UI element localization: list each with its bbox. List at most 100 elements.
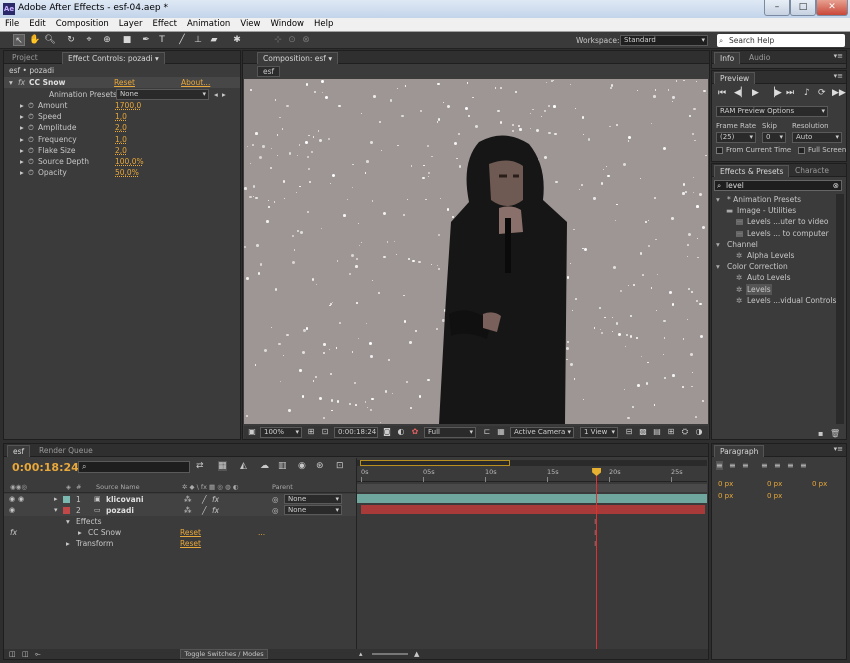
world-axis-icon[interactable]: ⊙ [286,34,298,46]
tab-paragraph[interactable]: Paragraph [714,445,765,457]
quality-switch-icon[interactable]: ╱ [202,505,207,516]
work-area-bar[interactable] [357,484,707,492]
menu-layer[interactable]: Layer [114,18,148,29]
triangle-icon[interactable]: ▸ [78,527,82,538]
preset-prev-icon[interactable]: ◂ [214,89,218,100]
stopwatch-icon[interactable]: ⏱ [28,167,34,178]
resolution-preview-dropdown[interactable]: Auto ▾ [792,132,842,143]
menu-help[interactable]: Help [309,18,338,29]
time-ruler[interactable]: 0s 05s 10s 15s 20s 25s [357,468,707,482]
triangle-right-icon[interactable]: ▸ [20,145,24,156]
preset-tree-item[interactable]: ▾ * Animation Presets [714,194,838,205]
draft-3d-icon[interactable]: ◭ [240,461,247,471]
camera-dropdown[interactable]: Active Camera ▾ [510,427,574,438]
preset-next-icon[interactable]: ▸ [222,89,226,100]
menu-edit[interactable]: Edit [24,18,50,29]
comp-subtab[interactable]: esf [257,66,281,77]
region-of-interest-icon[interactable]: ⊏ [482,427,492,437]
selection-tool-icon[interactable]: ↖ [13,34,25,46]
clear-search-icon[interactable]: ⊗ [833,181,839,190]
justify-left-icon[interactable]: ≡ [761,461,768,470]
preset-tree-item[interactable]: ▾ Color Correction [714,261,838,272]
from-current-time-checkbox[interactable] [716,147,723,154]
pan-behind-tool-icon[interactable]: ⊕ [101,34,113,46]
param-value[interactable]: 1,0 [115,111,127,122]
layer-name[interactable]: klicovani [106,494,144,505]
menu-effect[interactable]: Effect [148,18,182,29]
effect-param-row[interactable]: ▸ ⏱ Opacity 50,0% [20,167,230,178]
puppet-tool-icon[interactable]: ✱ [231,34,243,46]
panel-menu-icon[interactable]: ▾≡ [834,72,843,80]
show-snapshot-icon[interactable]: ◐ [396,427,406,437]
panel-menu-icon[interactable]: ▾≡ [834,445,843,453]
preset-tree-item[interactable]: ✲ Auto Levels [714,272,838,283]
property-reset-link[interactable]: Reset [180,527,201,538]
view-axis-icon[interactable]: ⊗ [300,34,312,46]
layer-duration-bar[interactable] [357,494,707,503]
param-value[interactable]: 1700,0 [115,100,141,111]
tab-effects-presets[interactable]: Effects & Presets [714,165,790,177]
minimize-button[interactable]: – [764,0,790,16]
triangle-down-icon[interactable]: ▾ [9,77,13,88]
quality-switch-icon[interactable]: ╱ [202,494,207,505]
rotate-tool-icon[interactable]: ↻ [65,34,77,46]
audio-toggle-icon[interactable]: ◉ [18,494,24,505]
type-tool-icon[interactable]: T [156,34,168,46]
justify-right-icon[interactable]: ≡ [787,461,794,470]
effect-param-row[interactable]: ▸ ⏱ Speed 1,0 [20,111,230,122]
live-update-icon[interactable]: ⇄ [196,461,204,471]
triangle-right-icon[interactable]: ▸ [20,111,24,122]
preset-tree-item[interactable]: ✲ Alpha Levels [714,250,838,261]
audio-icon[interactable]: ♪ [804,88,810,98]
new-folder-icon[interactable]: ▪ [818,429,823,438]
composition-viewer[interactable] [244,79,708,424]
property-row[interactable]: ▸ Transform Reset [4,538,358,549]
toggle-switches-modes-button[interactable]: Toggle Switches / Modes [180,649,268,659]
menu-view[interactable]: View [235,18,265,29]
playhead[interactable] [592,468,602,656]
brush-tool-icon[interactable]: ╱ [176,34,188,46]
triangle-icon[interactable]: ▸ [66,538,70,549]
layer-row[interactable]: ◉ ▾ 2 ▭ pozadi ⁂ ╱ fx ◎ None ▾ [4,505,358,516]
tab-composition[interactable]: Composition: esf ▾ [257,52,339,64]
property-options-link[interactable]: ... [258,527,265,538]
property-row[interactable]: fx ▸ CC Snow Reset ... [4,527,358,538]
shy-switch-icon[interactable]: ⁂ [184,505,192,516]
effect-param-row[interactable]: ▸ ⏱ Flake Size 2,0 [20,145,230,156]
property-row[interactable]: ▾ Effects [4,516,358,527]
menu-composition[interactable]: Composition [51,18,114,29]
eye-icon[interactable]: ◉ [9,494,15,505]
tab-timeline-esf[interactable]: esf [7,445,31,457]
preset-tree-item[interactable]: ▾ Channel [714,239,838,250]
time-navigator-range[interactable] [360,460,510,466]
ram-preview-icon[interactable]: ▶▶ [832,88,846,98]
indent-right-field[interactable]: 0 px [767,479,782,490]
expand-switches-icon[interactable]: ◫ [9,649,16,659]
resolution-dropdown[interactable]: Full ▾ [424,427,476,438]
timeline-timecode[interactable]: 0:00:18:24 [12,461,79,474]
triangle-icon[interactable]: ▾ [66,516,70,527]
full-screen-checkbox[interactable] [798,147,805,154]
pickwhip-icon[interactable]: ◎ [272,505,279,516]
expand-layer-icon[interactable]: ▾ [54,505,58,516]
prev-frame-icon[interactable]: ◀▏ [734,88,748,98]
animation-presets-dropdown[interactable]: None ▾ [116,89,209,100]
preset-tree-item[interactable]: ▤ Levels ...uter to video [714,216,838,227]
zoom-out-icon[interactable]: ▴ [359,649,363,659]
axis-tool-icon[interactable]: ⊹ [272,34,284,46]
justify-all-icon[interactable]: ≡ [800,461,807,470]
param-value[interactable]: 1,0 [115,134,127,145]
stopwatch-icon[interactable]: ⏱ [28,111,34,122]
triangle-right-icon[interactable]: ▸ [20,122,24,133]
triangle-right-icon[interactable]: ▸ [20,134,24,145]
preset-tree-item[interactable]: ✲ Levels ...vidual Controls) [714,295,839,306]
layer-duration-bar[interactable] [361,505,705,514]
effect-reset-link[interactable]: Reset [114,77,135,88]
search-help-input[interactable]: ⌕ Search Help [717,34,845,47]
skip-dropdown[interactable]: 0 ▾ [762,132,786,143]
timeline-icon[interactable]: ▤ [652,427,662,437]
tab-preview[interactable]: Preview [714,72,756,84]
expand-stretch-icon[interactable]: ⟜ [35,649,41,659]
snapshot-icon[interactable]: ◙ [382,427,392,437]
timeline-search-input[interactable]: ⌕ [78,461,190,473]
